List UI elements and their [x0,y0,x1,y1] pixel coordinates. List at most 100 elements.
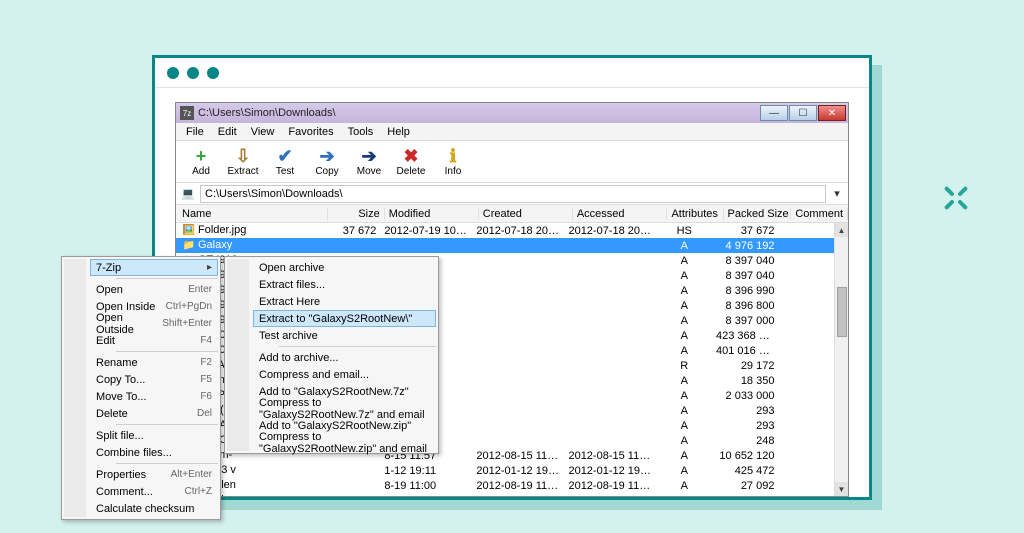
cell-attributes: A [657,480,713,492]
add-button[interactable]: +Add [182,146,220,177]
context-menu-item[interactable]: RenameF2 [90,354,218,371]
context-menu-label: Split file... [96,430,144,442]
file-row[interactable]: 📁Odin3 v1-12 19:112012-01-12 19:112012-0… [176,463,834,478]
delete-button[interactable]: ✖Delete [392,146,430,177]
context-menu-item[interactable]: Extract Here [253,293,436,310]
context-menu-item[interactable]: Compress to "GalaxyS2RootNew.zip" and em… [253,434,436,451]
cell-created: 2012-08-19 11:00 [472,480,564,492]
context-menu-item[interactable]: Extract to "GalaxyS2RootNew\" [253,310,436,327]
copy-button[interactable]: ➔Copy [308,146,346,177]
column-header-modified[interactable]: Modified [385,208,479,220]
close-button[interactable]: ✕ [818,105,846,121]
menu-tools[interactable]: Tools [342,125,380,139]
cell-attributes: A [657,255,713,267]
column-header-size[interactable]: Size [328,208,385,220]
context-menu-shortcut: Ctrl+PgDn [166,301,212,312]
context-menu-item[interactable]: Split file... [90,427,218,444]
menu-file[interactable]: File [180,125,210,139]
browser-dot-icon [187,67,199,79]
context-menu-label: Open archive [259,262,324,274]
context-menu-shortcut: Alt+Enter [171,469,212,480]
scroll-up-icon[interactable]: ▲ [835,223,848,237]
context-menu-item[interactable]: 7-Zip [90,259,218,276]
column-header-name[interactable]: Name [178,208,328,220]
menu-help[interactable]: Help [381,125,416,139]
context-menu-item[interactable]: Compress and email... [253,366,436,383]
context-menu[interactable]: 7-ZipOpenEnterOpen InsideCtrl+PgDnOpen O… [61,256,221,520]
minimize-button[interactable]: — [760,105,788,121]
cell-attributes: A [657,435,713,447]
decoration-x-icon [940,182,972,214]
context-menu-shortcut: Ctrl+Z [185,486,213,497]
cell-attributes: A [657,465,713,477]
column-header-created[interactable]: Created [479,208,573,220]
address-dropdown-icon[interactable]: ▾ [830,187,844,200]
context-menu-gutter [227,259,249,451]
file-row[interactable]: 🌐okkelen6-23 12:052012-06-23 12:052012-0… [176,493,834,496]
context-submenu[interactable]: Open archive Extract files... Extract Here… [224,256,439,454]
column-header-accessed[interactable]: Accessed [573,208,667,220]
context-menu-item[interactable]: Compress to "GalaxyS2RootNew.7z" and ema… [253,400,436,417]
toolbar-label: Move [357,166,381,177]
file-row[interactable]: 🌐okkelen8-19 11:002012-08-19 11:002012-0… [176,478,834,493]
scroll-down-icon[interactable]: ▼ [835,482,848,496]
context-menu-item[interactable]: DeleteDel [90,405,218,422]
address-input[interactable] [200,185,826,203]
menu-edit[interactable]: Edit [212,125,243,139]
context-menu-item[interactable]: Combine files... [90,444,218,461]
test-button[interactable]: ✔Test [266,146,304,177]
menu-separator [116,351,218,352]
column-header-attributes[interactable]: Attributes [667,208,724,220]
window-title: C:\Users\Simon\Downloads\ [198,107,336,119]
extract-button[interactable]: ⇩Extract [224,146,262,177]
context-menu-item[interactable]: Copy To... F5 [90,371,218,388]
file-row[interactable]: 🖼️Folder.jpg37 6722012-07-19 10:042012-0… [176,223,834,238]
menu-view[interactable]: View [245,125,281,139]
cell-name: 📁Galaxy [178,239,325,252]
context-menu-label: Rename [96,357,138,369]
cell-packed-size: 2 033 000 [712,390,778,402]
info-button[interactable]: ℹInfo [434,146,472,177]
context-menu-label: Combine files... [96,447,172,459]
cell-accessed: 2012-01-12 19:11 [564,465,656,477]
context-menu-item[interactable]: Comment...Ctrl+Z [90,483,218,500]
context-menu-shortcut: F6 [200,391,212,402]
scrollbar[interactable]: ▲ ▼ [834,223,848,496]
cell-accessed: 2012-08-19 11:00 [564,480,656,492]
context-menu-shortcut: Del [197,408,212,419]
context-menu-label: Extract files... [259,279,325,291]
menu-favorites[interactable]: Favorites [282,125,339,139]
context-menu-item[interactable]: Add to archive... [253,349,436,366]
cell-attributes: A [657,450,713,462]
file-type-icon: 🖼️ [182,225,196,237]
context-menu-label: Copy To... [96,374,145,386]
context-menu-item[interactable]: Calculate checksum [90,500,218,517]
column-header-packed-size[interactable]: Packed Size [724,208,792,220]
context-menu-item[interactable]: Move To...F6 [90,388,218,405]
cell-attributes: HS [657,225,713,237]
cell-packed-size: 425 472 [712,465,778,477]
cell-attributes: A [657,240,713,252]
context-menu-item[interactable]: Open OutsideShift+Enter [90,315,218,332]
cell-created: 2012-07-18 20:44 [472,225,564,237]
context-menu-label: Extract Here [259,296,320,308]
context-menu-item[interactable]: PropertiesAlt+Enter [90,466,218,483]
file-row[interactable]: 📁GalaxyA4 976 192 [176,238,834,253]
context-menu-item[interactable]: OpenEnter [90,281,218,298]
scrollbar-thumb[interactable] [837,287,847,337]
file-type-icon: 📁 [182,240,196,252]
computer-icon[interactable]: 💻 [180,186,196,202]
context-menu-shortcut: F5 [200,374,212,385]
maximize-button[interactable]: ☐ [789,105,817,121]
context-menu-item[interactable]: Test archive [253,327,436,344]
toolbar-label: Delete [397,166,426,177]
move-button[interactable]: ➔Move [350,146,388,177]
toolbar-label: Copy [315,166,338,177]
context-menu-item[interactable]: Extract files... [253,276,436,293]
cell-packed-size: 18 350 [712,375,778,387]
cell-accessed: 2012-06-23 12:05 [564,495,656,497]
column-header-comment[interactable]: Comment [791,208,848,220]
context-menu-item[interactable]: Open archive [253,259,436,276]
context-menu-shortcut: F4 [200,335,212,346]
cell-modified: 2012-07-19 10:04 [380,225,472,237]
